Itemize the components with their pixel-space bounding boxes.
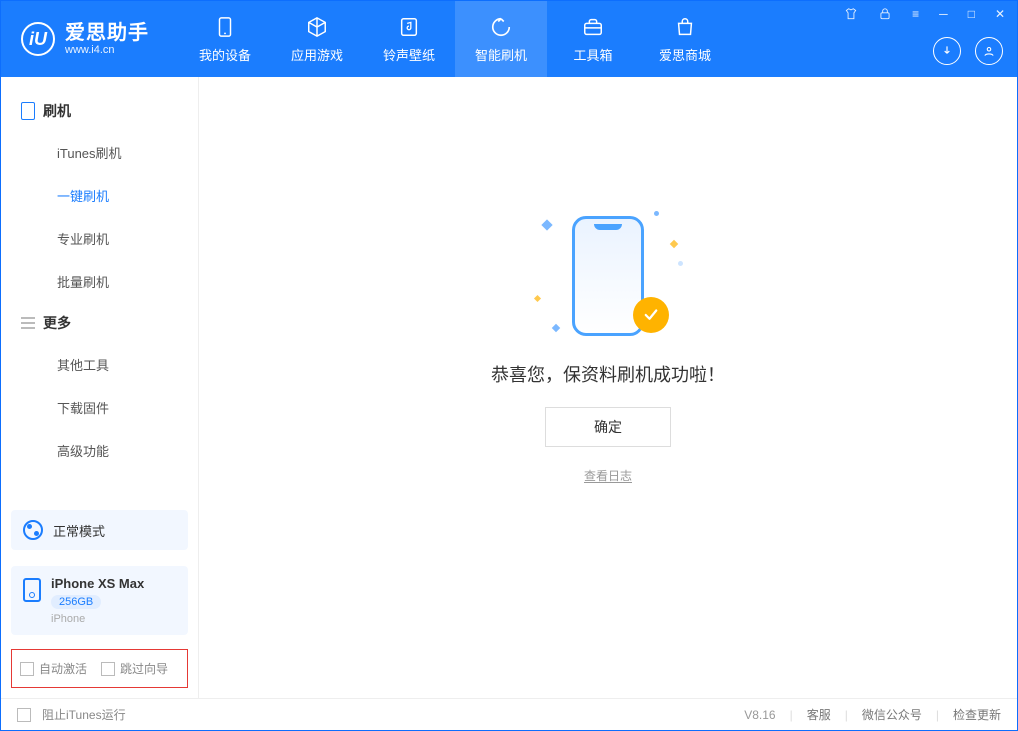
sidebar-item-itunes-flash[interactable]: iTunes刷机 [1,131,198,174]
titlebar: iU 爱思助手 www.i4.cn 我的设备 应用游戏 铃声壁纸 智能刷机 [1,1,1017,77]
device-type: iPhone [51,613,144,625]
success-message: 恭喜您，保资料刷机成功啦！ [491,361,725,387]
app-url: www.i4.cn [65,44,149,56]
checkbox-icon [20,662,34,676]
check-badge-icon [633,297,669,333]
device-icon [23,578,41,602]
device-card[interactable]: iPhone XS Max 256GB iPhone [11,566,188,635]
nav-smart-flash[interactable]: 智能刷机 [455,1,547,77]
mode-icon [23,520,43,540]
checkbox-stop-itunes[interactable]: 阻止iTunes运行 [17,706,126,723]
checkbox-icon [17,708,31,722]
footer: 阻止iTunes运行 V8.16 | 客服 | 微信公众号 | 检查更新 [1,698,1017,730]
device-name: iPhone XS Max [51,576,144,591]
main-nav: 我的设备 应用游戏 铃声壁纸 智能刷机 工具箱 爱思商城 [179,1,731,77]
device-info: iPhone XS Max 256GB iPhone [51,576,144,625]
footer-link-support[interactable]: 客服 [807,706,831,723]
cube-icon [305,15,329,39]
footer-link-update[interactable]: 检查更新 [953,706,1001,723]
options-highlight-box: 自动激活 跳过向导 [11,649,188,688]
sidebar-item-batch-flash[interactable]: 批量刷机 [1,260,198,303]
logo: iU 爱思助手 www.i4.cn [1,22,169,56]
nav-label: 铃声壁纸 [383,45,435,64]
mode-label: 正常模式 [53,521,105,540]
sidebar-section-flash: 刷机 [1,91,198,131]
nav-label: 应用游戏 [291,45,343,64]
sidebar-item-pro-flash[interactable]: 专业刷机 [1,217,198,260]
sidebar-section-more: 更多 [1,303,198,343]
lock-icon[interactable] [874,5,896,26]
logo-icon: iU [21,22,55,56]
app-title: 爱思助手 [65,22,149,44]
toolbox-icon [581,15,605,39]
nav-toolbox[interactable]: 工具箱 [547,1,639,77]
sidebar-item-oneclick-flash[interactable]: 一键刷机 [1,174,198,217]
checkbox-label: 跳过向导 [120,660,168,677]
music-icon [397,15,421,39]
logo-text: 爱思助手 www.i4.cn [65,22,149,56]
device-icon [21,102,35,120]
main-content: 恭喜您，保资料刷机成功啦！ 确定 查看日志 [199,77,1017,698]
user-button[interactable] [975,37,1003,65]
window-controls: ≡ ─ □ ✕ [840,5,1009,26]
close-button[interactable]: ✕ [991,5,1009,26]
section-title: 更多 [43,313,71,333]
version-label: V8.16 [744,708,775,722]
success-illustration [553,211,663,341]
nav-apps-games[interactable]: 应用游戏 [271,1,363,77]
checkbox-label: 阻止iTunes运行 [42,706,126,723]
nav-label: 智能刷机 [475,45,527,64]
refresh-icon [489,15,513,39]
sidebar-item-download-firmware[interactable]: 下载固件 [1,386,198,429]
nav-label: 我的设备 [199,45,251,64]
sidebar-item-advanced[interactable]: 高级功能 [1,429,198,472]
nav-ringtones[interactable]: 铃声壁纸 [363,1,455,77]
footer-link-wechat[interactable]: 微信公众号 [862,706,922,723]
mode-card[interactable]: 正常模式 [11,510,188,550]
device-capacity: 256GB [51,595,101,609]
nav-store[interactable]: 爱思商城 [639,1,731,77]
ok-button[interactable]: 确定 [545,407,671,447]
nav-label: 工具箱 [573,45,612,64]
maximize-button[interactable]: □ [964,5,979,26]
nav-my-device[interactable]: 我的设备 [179,1,271,77]
app-window: iU 爱思助手 www.i4.cn 我的设备 应用游戏 铃声壁纸 智能刷机 [0,0,1018,731]
checkbox-auto-activate[interactable]: 自动激活 [20,660,87,677]
footer-right: V8.16 | 客服 | 微信公众号 | 检查更新 [744,706,1001,723]
menu-icon[interactable]: ≡ [908,5,923,26]
body: 刷机 iTunes刷机 一键刷机 专业刷机 批量刷机 更多 其他工具 下载固件 … [1,77,1017,698]
sidebar-item-other-tools[interactable]: 其他工具 [1,343,198,386]
download-button[interactable] [933,37,961,65]
phone-icon [213,15,237,39]
sidebar: 刷机 iTunes刷机 一键刷机 专业刷机 批量刷机 更多 其他工具 下载固件 … [1,77,199,698]
header-round-buttons [933,37,1003,65]
nav-label: 爱思商城 [659,45,711,64]
checkbox-skip-guide[interactable]: 跳过向导 [101,660,168,677]
checkbox-icon [101,662,115,676]
minimize-button[interactable]: ─ [935,5,952,26]
bag-icon [673,15,697,39]
shirt-icon[interactable] [840,5,862,26]
section-title: 刷机 [43,101,71,121]
list-icon [21,317,35,329]
checkbox-label: 自动激活 [39,660,87,677]
view-log-link[interactable]: 查看日志 [584,467,632,484]
